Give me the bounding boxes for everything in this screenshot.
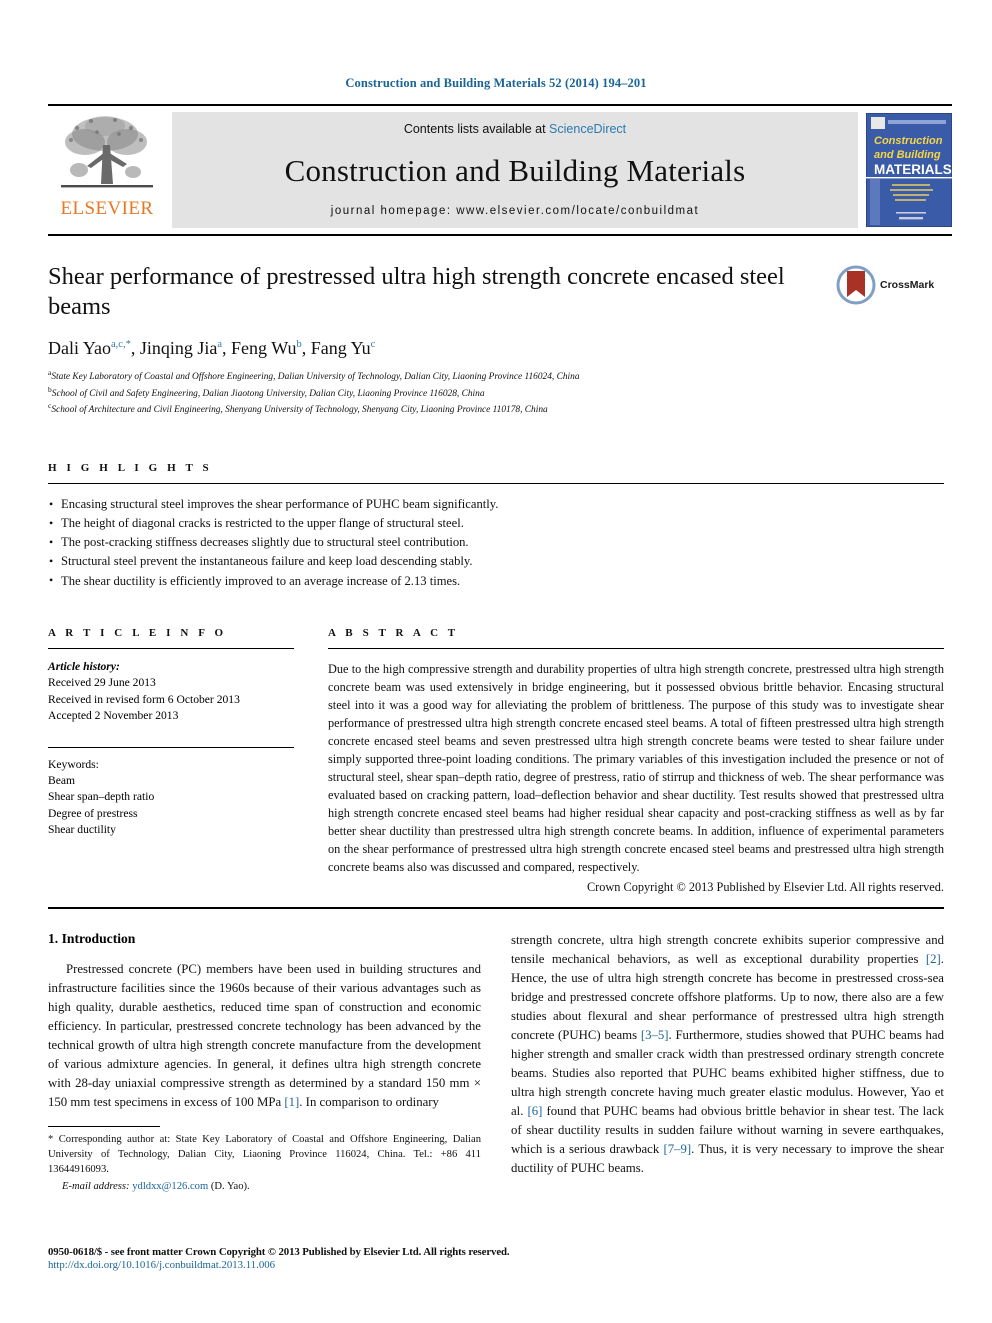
highlights-list: Encasing structural steel improves the s…	[48, 494, 944, 591]
keywords-block: Keywords: Beam Shear span–depth ratio De…	[48, 757, 294, 839]
sciencedirect-link[interactable]: ScienceDirect	[549, 122, 626, 136]
author-name: Fang Yu	[310, 337, 371, 358]
issn-copyright-line: 0950-0618/$ - see front matter Crown Cop…	[48, 1246, 510, 1258]
email-address-label: E-mail address:	[62, 1181, 130, 1193]
highlight-item: The height of diagonal cracks is restric…	[48, 514, 944, 533]
abstract-text: Due to the high compressive strength and…	[328, 661, 944, 875]
article-history-label: Article history:	[48, 659, 120, 673]
email-owner: (D. Yao).	[210, 1181, 250, 1193]
author-name: Jinqing Jia	[139, 337, 218, 358]
highlight-item: The post-cracking stiffness decreases sl…	[48, 533, 944, 552]
highlight-item: The shear ductility is efficiently impro…	[48, 571, 944, 591]
highlight-item: Structural steel prevent the instantaneo…	[48, 552, 944, 571]
author-list: Dali Yaoa,c,*, Jinqing Jiaa, Feng Wub, F…	[48, 337, 376, 358]
citation-ref-1[interactable]: [1]	[284, 1095, 299, 1109]
article-history: Article history: Received 29 June 2013 R…	[48, 659, 294, 725]
author-name: Feng Wu	[231, 337, 297, 358]
email-address-link[interactable]: ydldxx@126.com	[132, 1181, 208, 1192]
footnote-divider	[48, 1125, 160, 1127]
author-item: Feng Wub	[231, 338, 302, 358]
abstract-divider	[328, 647, 944, 649]
affiliation-text: State Key Laboratory of Coastal and Offs…	[51, 371, 580, 382]
author-item: Jinqing Jiaa	[140, 338, 222, 358]
article-history-item: Received 29 June 2013	[48, 676, 156, 690]
keyword-item: Shear span–depth ratio	[48, 790, 155, 804]
affiliation-item: cSchool of Architecture and Civil Engine…	[48, 401, 944, 418]
elsevier-tree-icon	[61, 116, 153, 188]
keyword-item: Shear ductility	[48, 823, 116, 837]
keywords-divider	[48, 746, 294, 748]
author-affil-marks: b	[296, 338, 302, 350]
affiliation-list: aState Key Laboratory of Coastal and Off…	[48, 368, 944, 418]
contents-panel: Contents lists available at ScienceDirec…	[172, 112, 858, 228]
abstract-bottom-divider	[48, 907, 944, 910]
author-affil-marks: a	[217, 338, 223, 350]
contents-available-line: Contents lists available at ScienceDirec…	[404, 122, 626, 136]
citation-ref-7-9[interactable]: [7–9]	[663, 1142, 691, 1156]
page-title: Shear performance of prestressed ultra h…	[48, 263, 785, 320]
article-info-column: A R T I C L E I N F O Article history: R…	[48, 627, 294, 896]
article-info-divider	[48, 647, 294, 649]
author-item: Fang Yuc	[311, 338, 376, 358]
highlight-item: Encasing structural steel improves the s…	[48, 494, 944, 514]
contents-prefix: Contents lists available at	[403, 122, 550, 136]
section-heading-introduction: 1. Introduction	[48, 931, 136, 947]
intro-paragraph-left: Prestressed concrete (PC) members have b…	[48, 960, 481, 1112]
crossmark-label: CrossMark	[880, 279, 935, 291]
author-name: Dali Yao	[48, 337, 112, 358]
citation-ref-3-5[interactable]: [3–5]	[641, 1028, 669, 1042]
elsevier-logo: ELSEVIER	[48, 106, 166, 234]
svg-text:Construction: Construction	[874, 135, 943, 147]
journal-cover-thumbnail: Construction and Building MATERIALS	[865, 112, 953, 228]
highlights-section: H I G H L I G H T S Encasing structural …	[48, 462, 944, 591]
abstract-copyright: Crown Copyright © 2013 Published by Else…	[586, 880, 944, 895]
affiliation-text: School of Civil and Safety Engineering, …	[51, 388, 485, 399]
affiliation-text: School of Architecture and Civil Enginee…	[51, 405, 548, 416]
body-column-left: 1. Introduction Prestressed concrete (PC…	[48, 931, 481, 1194]
body-column-right: strength concrete, ultra high strength c…	[511, 931, 944, 1194]
journal-cover-image: Construction and Building MATERIALS	[865, 112, 953, 228]
article-info-heading: A R T I C L E I N F O	[48, 626, 227, 639]
journal-title: Construction and Building Materials	[284, 152, 746, 188]
author-item: Dali Yaoa,c,*	[48, 338, 131, 358]
affiliation-item: bSchool of Civil and Safety Engineering,…	[48, 385, 944, 402]
corresponding-author-text: * Corresponding author at: State Key Lab…	[48, 1133, 481, 1176]
author-affil-marks: c	[370, 338, 376, 350]
author-affil-marks: a,c,*	[111, 338, 131, 350]
keyword-item: Degree of prestress	[48, 806, 138, 820]
body-columns: 1. Introduction Prestressed concrete (PC…	[48, 931, 944, 1194]
running-head: Construction and Building Materials 52 (…	[345, 76, 647, 90]
article-history-item: Received in revised form 6 October 2013	[48, 692, 240, 706]
intro-right-a: strength concrete, ultra high strength c…	[511, 933, 944, 967]
title-block: CrossMark Shear performance of prestress…	[48, 262, 944, 418]
article-history-item: Accepted 2 November 2013	[48, 709, 179, 723]
intro-text-a: Prestressed concrete (PC) members have b…	[48, 962, 481, 1110]
paper-page: Construction and Building Materials 52 (…	[0, 0, 992, 1323]
doi-link[interactable]: http://dx.doi.org/10.1016/j.conbuildmat.…	[48, 1259, 648, 1271]
crossmark-badge[interactable]: CrossMark	[836, 264, 944, 306]
corresponding-author-note: * Corresponding author at: State Key Lab…	[48, 1132, 481, 1194]
crossmark-icon	[836, 265, 876, 305]
citation-ref-2[interactable]: [2]	[926, 952, 941, 966]
svg-text:MATERIALS: MATERIALS	[874, 162, 952, 177]
abstract-column: A B S T R A C T Due to the high compress…	[328, 627, 944, 896]
highlights-divider	[48, 483, 944, 484]
affiliation-item: aState Key Laboratory of Coastal and Off…	[48, 368, 944, 385]
page-footer: 0950-0618/$ - see front matter Crown Cop…	[48, 1246, 648, 1271]
citation-ref-6[interactable]: [6]	[527, 1104, 542, 1118]
journal-masthead: ELSEVIER Contents lists available at Sci…	[48, 104, 953, 236]
email-line: E-mail address: ydldxx@126.com (D. Yao).	[48, 1179, 481, 1194]
intro-paragraph-right: strength concrete, ultra high strength c…	[511, 931, 944, 1177]
keywords-label: Keywords:	[48, 757, 99, 771]
highlights-heading: H I G H L I G H T S	[48, 462, 213, 474]
footnote-block: * Corresponding author at: State Key Lab…	[48, 1125, 481, 1194]
abstract-heading: A B S T R A C T	[328, 626, 459, 639]
journal-homepage-line[interactable]: journal homepage: www.elsevier.com/locat…	[331, 205, 699, 217]
keyword-item: Beam	[48, 773, 76, 787]
info-abstract-section: A R T I C L E I N F O Article history: R…	[48, 627, 944, 896]
elsevier-wordmark: ELSEVIER	[60, 198, 154, 219]
svg-text:and Building: and Building	[874, 149, 941, 161]
intro-text-b: . In comparison to ordinary	[299, 1095, 439, 1110]
